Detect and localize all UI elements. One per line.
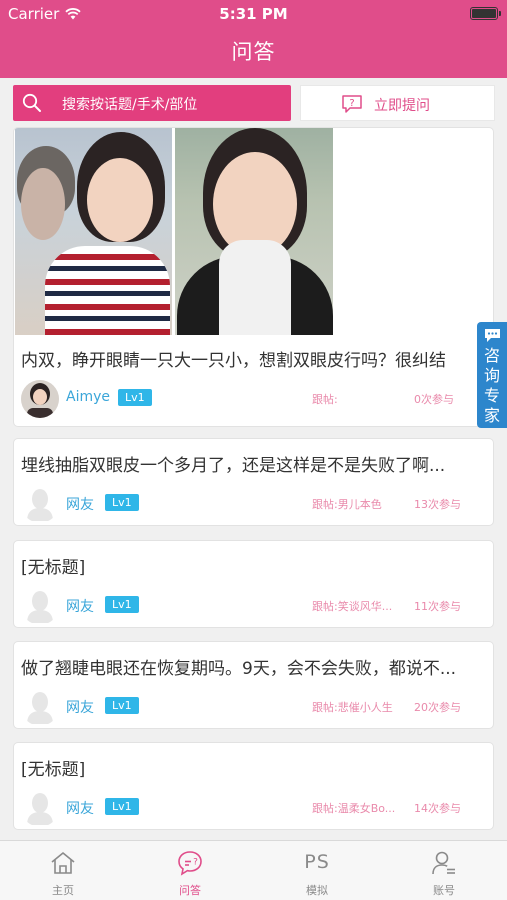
level-badge: Lv1: [118, 389, 152, 406]
post-title: 埋线抽脂双眼皮一个多月了，还是这样是不是失败了啊...: [21, 456, 446, 476]
participation-count: 14次参与: [414, 802, 461, 815]
username[interactable]: 网友: [66, 596, 94, 616]
post-meta: 网友 Lv1 跟帖:男儿本色 13次参与: [21, 485, 489, 521]
ask-question-button[interactable]: ? 立即提问: [300, 85, 495, 121]
consult-expert-button[interactable]: 咨询专家: [477, 322, 507, 428]
ask-question-label: 立即提问: [374, 98, 430, 114]
post-title: [无标题]: [21, 760, 86, 780]
participation-count: 20次参与: [414, 701, 461, 714]
tab-label: 问答: [179, 884, 201, 897]
level-badge: Lv1: [105, 798, 139, 815]
username[interactable]: Aimye: [66, 389, 110, 405]
level-badge: Lv1: [105, 697, 139, 714]
post-title: 内双，睁开眼睛一只大一只小，想割双眼皮行吗？很纠结: [21, 351, 446, 371]
post-meta: 网友 Lv1 跟帖:笑谈风华... 11次参与: [21, 587, 489, 623]
ps-text-icon: PS: [304, 851, 330, 873]
post-title: [无标题]: [21, 558, 86, 578]
post-photo: [15, 128, 172, 335]
post-meta: 网友 Lv1 跟帖:温柔女Bo... 14次参与: [21, 789, 489, 825]
chat-bubble-icon: [485, 329, 500, 342]
default-avatar-icon: [27, 489, 53, 521]
participation-count: 11次参与: [414, 600, 461, 613]
page-title: 问答: [231, 40, 276, 64]
home-icon: [51, 852, 75, 874]
post-title: 做了翘睫电眼还在恢复期吗。9天，会不会失败，都说不...: [21, 659, 457, 679]
battery-icon: [470, 7, 501, 20]
post-photo: [175, 128, 333, 335]
post-photos: [15, 128, 333, 335]
avatar-photo: [21, 380, 59, 418]
follow-info: 跟帖:笑谈风华...: [312, 600, 393, 613]
post-card[interactable]: 内双，睁开眼睛一只大一只小，想割双眼皮行吗？很纠结 Aimye Lv1 跟帖: …: [13, 127, 494, 427]
level-badge: Lv1: [105, 596, 139, 613]
follow-info: 跟帖:男儿本色: [312, 498, 382, 511]
follow-info: 跟帖:悲催小人生: [312, 701, 393, 714]
default-avatar-icon: [27, 793, 53, 825]
clock: 5:31 PM: [219, 5, 288, 23]
follow-info: 跟帖:: [312, 393, 338, 406]
avatar[interactable]: [21, 587, 59, 625]
tab-qa[interactable]: ? 问答: [127, 841, 253, 900]
search-bar[interactable]: 搜索按话题/手术/部位: [13, 85, 291, 121]
avatar[interactable]: [21, 688, 59, 726]
status-bar: Carrier 5:31 PM: [0, 0, 507, 28]
post-card[interactable]: 做了翘睫电眼还在恢复期吗。9天，会不会失败，都说不... 网友 Lv1 跟帖:悲…: [13, 641, 494, 729]
search-placeholder: 搜索按话题/手术/部位: [62, 97, 198, 113]
participation-count: 0次参与: [414, 393, 454, 406]
default-avatar-icon: [27, 591, 53, 623]
avatar[interactable]: [21, 485, 59, 523]
user-icon: [432, 851, 455, 875]
post-card[interactable]: 埋线抽脂双眼皮一个多月了，还是这样是不是失败了啊... 网友 Lv1 跟帖:男儿…: [13, 438, 494, 526]
avatar[interactable]: [21, 789, 59, 827]
nav-bar: 问答: [0, 28, 507, 78]
tab-label: 账号: [433, 884, 455, 897]
post-meta: Aimye Lv1 跟帖: 0次参与: [21, 380, 489, 418]
username[interactable]: 网友: [66, 494, 94, 514]
tab-account[interactable]: 账号: [381, 841, 507, 900]
follow-info: 跟帖:温柔女Bo...: [312, 802, 396, 815]
svg-text:?: ?: [349, 98, 354, 109]
search-icon: [22, 93, 41, 112]
consult-expert-label: 咨询专家: [483, 346, 500, 425]
post-card[interactable]: [无标题] 网友 Lv1 跟帖:笑谈风华... 11次参与: [13, 540, 494, 628]
svg-text:?: ?: [193, 858, 198, 868]
chat-question-icon: ?: [178, 851, 202, 876]
default-avatar-icon: [27, 692, 53, 724]
username[interactable]: 网友: [66, 697, 94, 717]
username[interactable]: 网友: [66, 798, 94, 818]
tab-home[interactable]: 主页: [0, 841, 126, 900]
tab-simulate[interactable]: PS 模拟: [254, 841, 380, 900]
level-badge: Lv1: [105, 494, 139, 511]
participation-count: 13次参与: [414, 498, 461, 511]
avatar[interactable]: [21, 380, 59, 418]
post-card[interactable]: [无标题] 网友 Lv1 跟帖:温柔女Bo... 14次参与: [13, 742, 494, 830]
tab-label: 模拟: [306, 884, 328, 897]
search-row: 搜索按话题/手术/部位 ? 立即提问: [13, 84, 495, 122]
tab-label: 主页: [52, 884, 74, 897]
post-meta: 网友 Lv1 跟帖:悲催小人生 20次参与: [21, 688, 489, 724]
question-bubble-icon: ?: [342, 95, 362, 113]
tab-bar: 主页 ? 问答 PS 模拟 账号: [0, 840, 507, 900]
